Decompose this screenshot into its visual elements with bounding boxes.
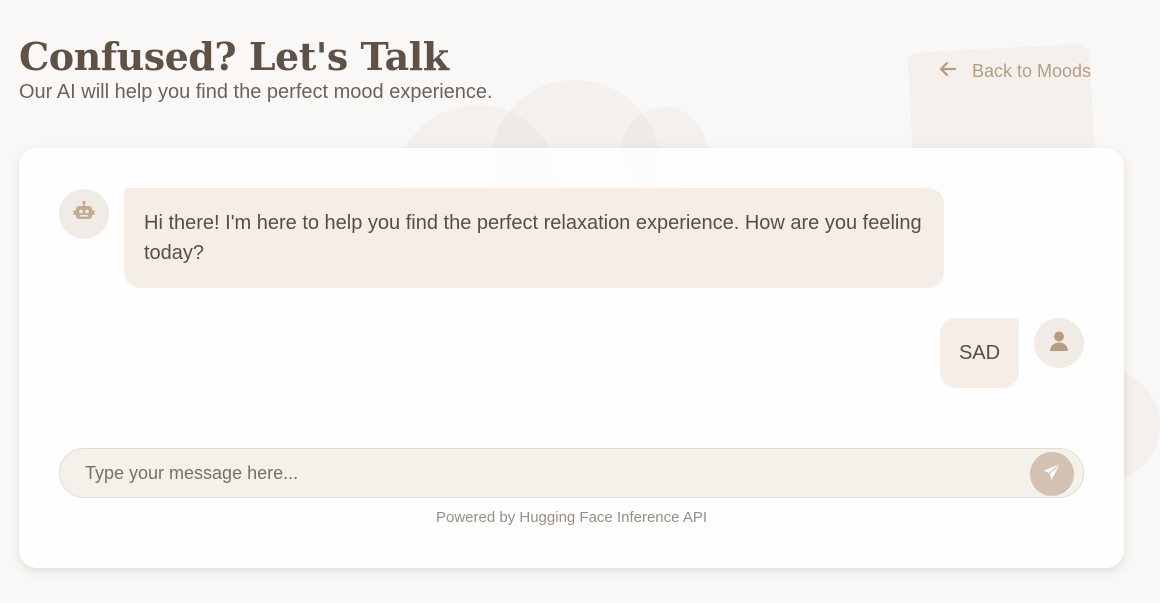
robot-icon [72,200,96,229]
page-title: Confused? Let's Talk [19,34,449,79]
powered-by-note: Powered by Hugging Face Inference API [436,509,707,526]
arrow-left-icon [938,59,958,84]
back-to-moods-link[interactable]: Back to Moods [938,59,1091,84]
send-button[interactable] [1030,452,1074,496]
user-message-text: SAD [958,341,1001,364]
back-link-label: Back to Moods [972,61,1092,81]
paper-plane-icon [1042,462,1062,487]
chat-card: Hi there! I'm here to help you find the … [19,148,1124,568]
message-input[interactable] [60,449,1020,497]
bot-avatar [59,189,109,239]
user-message: SAD [940,318,1019,388]
user-icon [1047,329,1071,358]
user-avatar [1034,318,1084,368]
page-subtitle: Our AI will help you find the perfect mo… [19,81,493,103]
bot-message: Hi there! I'm here to help you find the … [124,188,944,288]
message-input-row [59,448,1084,498]
